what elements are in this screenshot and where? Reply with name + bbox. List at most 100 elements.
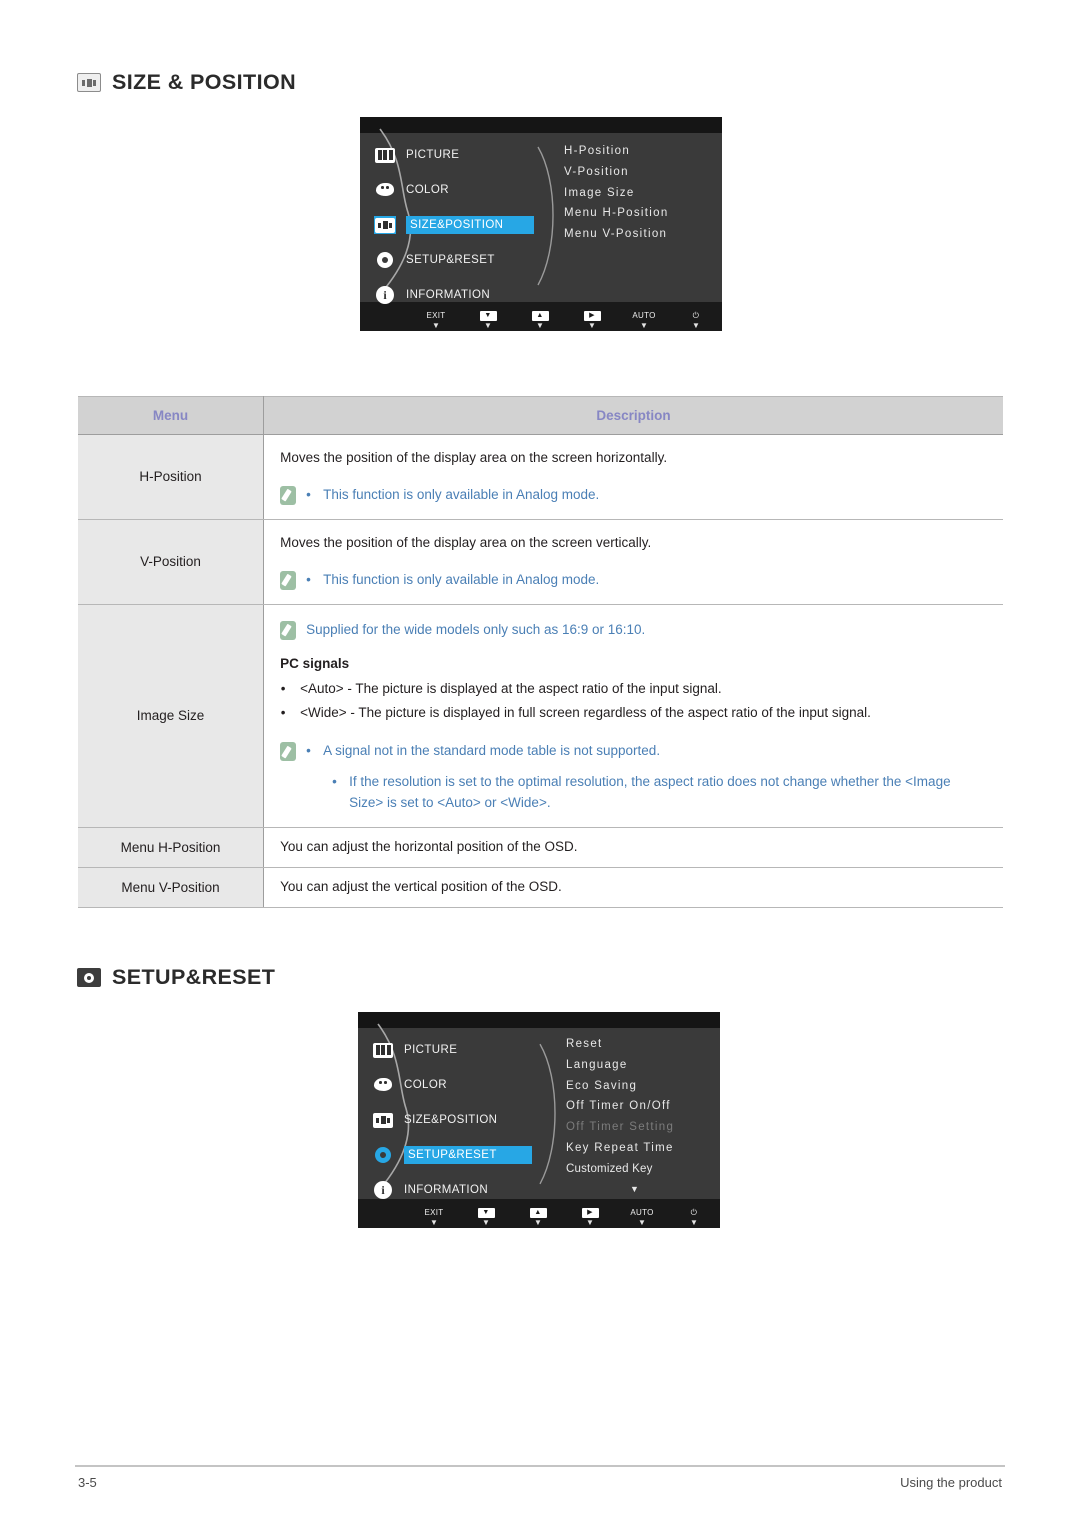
osd-submenu-item[interactable]: Customized Key — [566, 1159, 674, 1180]
osd-menu-label: PICTURE — [406, 149, 460, 161]
osd-menu-label: SIZE&POSITION — [404, 1114, 498, 1126]
osd-submenu-item[interactable]: Image Size — [564, 183, 669, 204]
osd-key-up[interactable]: ▲ ▼ — [518, 1207, 558, 1227]
osd-submenu-list: H-Position V-Position Image Size Menu H-… — [564, 141, 669, 245]
osd-menu-label: SIZE&POSITION — [406, 216, 534, 234]
osd-menu-item-picture[interactable]: PICTURE — [374, 139, 564, 171]
osd-submenu-item[interactable]: Eco Saving — [566, 1076, 674, 1097]
osd-submenu-item[interactable]: Menu V-Position — [564, 224, 669, 245]
note-pencil-icon — [280, 742, 297, 762]
footer-divider — [75, 1465, 1005, 1467]
osd-key-power[interactable]: ⏻ ▼ — [676, 310, 716, 330]
size-position-icon — [77, 73, 101, 92]
osd-main-menu-list: PICTURE COLOR SIZE&POSITION SETUP&RESET … — [372, 1034, 562, 1209]
osd-key-label: ▲ — [531, 310, 549, 321]
osd-key-tick: ▼ — [430, 1218, 438, 1227]
column-header-menu: Menu — [78, 396, 265, 435]
osd-key-power[interactable]: ⏻ ▼ — [674, 1207, 714, 1227]
osd-key-label: EXIT — [426, 311, 446, 320]
section-heading-size-position: SIZE & POSITION — [77, 70, 296, 95]
osd-key-row: EXIT ▼ ▼ ▼ ▲ ▼ ▶ ▼ AUTO ▼ ⏻ ▼ — [414, 1207, 714, 1227]
osd-key-exit[interactable]: EXIT ▼ — [416, 310, 456, 330]
osd-menu-item-color[interactable]: COLOR — [372, 1069, 562, 1101]
gear-icon — [372, 1146, 394, 1164]
note-block: • This function is only available in Ana… — [280, 570, 985, 591]
setup-reset-icon — [77, 968, 101, 987]
osd-submenu-item[interactable]: H-Position — [564, 141, 669, 162]
document-page: SIZE & POSITION PICTURE COLOR SIZE&POSIT… — [0, 0, 1080, 1527]
osd-screenshot-size-position: PICTURE COLOR SIZE&POSITION SETUP&RESET … — [360, 117, 722, 331]
osd-key-tick: ▼ — [536, 321, 544, 330]
chevron-down-icon[interactable]: ▼ — [566, 1184, 674, 1194]
note-text: If the resolution is set to the optimal … — [349, 774, 951, 810]
osd-key-down[interactable]: ▼ ▼ — [468, 310, 508, 330]
menu-cell-image-size: Image Size — [78, 604, 265, 828]
page-title: SIZE & POSITION — [112, 70, 296, 94]
osd-screenshot-setup-reset: PICTURE COLOR SIZE&POSITION SETUP&RESET … — [358, 1012, 720, 1228]
list-item: • <Auto> - The picture is displayed at t… — [280, 677, 985, 701]
list-item: • <Wide> - The picture is displayed in f… — [280, 701, 985, 725]
table-row: H-Position Moves the position of the dis… — [78, 434, 1003, 520]
bullet-glyph: • — [306, 743, 311, 759]
note-sub-block: • If the resolution is set to the optima… — [306, 772, 985, 814]
color-icon — [374, 181, 396, 199]
osd-menu-item-color[interactable]: COLOR — [374, 174, 564, 206]
picture-icon — [374, 146, 396, 164]
note-text: Supplied for the wide models only such a… — [306, 621, 646, 637]
note-block: • This function is only available in Ana… — [280, 485, 985, 506]
osd-key-label: ▲ — [529, 1207, 547, 1218]
osd-submenu-item[interactable]: V-Position — [564, 162, 669, 183]
picture-icon — [372, 1041, 394, 1059]
gear-icon — [374, 251, 396, 269]
osd-submenu-item[interactable]: Reset — [566, 1034, 674, 1055]
menu-cell-h-position: H-Position — [78, 434, 265, 520]
osd-key-auto[interactable]: AUTO ▼ — [624, 310, 664, 330]
osd-menu-label: PICTURE — [404, 1044, 458, 1056]
osd-key-auto[interactable]: AUTO ▼ — [622, 1207, 662, 1227]
information-icon: i — [372, 1181, 394, 1199]
osd-key-down[interactable]: ▼ ▼ — [466, 1207, 506, 1227]
note-pencil-icon — [280, 620, 297, 640]
description-cell-h-position: Moves the position of the display area o… — [263, 434, 1003, 520]
note-block-bottom: • A signal not in the standard mode tabl… — [280, 741, 985, 814]
osd-top-bar — [358, 1012, 720, 1028]
osd-key-tick: ▼ — [482, 1218, 490, 1227]
bullet-list: • <Auto> - The picture is displayed at t… — [280, 677, 985, 726]
osd-key-enter[interactable]: ▶ ▼ — [572, 310, 612, 330]
osd-key-tick: ▼ — [484, 321, 492, 330]
osd-key-tick: ▼ — [586, 1218, 594, 1227]
osd-menu-label: SETUP&RESET — [404, 1146, 532, 1164]
osd-submenu-item[interactable]: Key Repeat Time — [566, 1138, 674, 1159]
osd-menu-item-size-position[interactable]: SIZE&POSITION — [374, 209, 564, 241]
osd-submenu-item-disabled: Off Timer Setting — [566, 1121, 675, 1134]
osd-submenu-item[interactable]: Menu H-Position — [564, 203, 669, 224]
osd-bottom-bar: EXIT ▼ ▼ ▼ ▲ ▼ ▶ ▼ AUTO ▼ ⏻ ▼ — [358, 1199, 720, 1228]
power-icon: ⏻ — [690, 1208, 698, 1217]
osd-menu-label: INFORMATION — [404, 1184, 489, 1196]
osd-key-label: ▶ — [583, 310, 601, 321]
table-row: Menu H-Position You can adjust the horiz… — [78, 827, 1003, 868]
footer-chapter: Using the product — [900, 1475, 1002, 1490]
color-icon — [372, 1076, 394, 1094]
bullet-glyph: • — [332, 774, 337, 790]
description-cell-image-size: Supplied for the wide models only such a… — [263, 604, 1003, 828]
osd-submenu-item[interactable]: Off Timer On/Off — [566, 1096, 674, 1117]
osd-submenu-list: Reset Language Eco Saving Off Timer On/O… — [566, 1034, 674, 1194]
osd-key-up[interactable]: ▲ ▼ — [520, 310, 560, 330]
osd-key-label: ▼ — [479, 310, 497, 321]
section-heading-setup-reset: SETUP&RESET — [77, 965, 275, 990]
osd-submenu-item[interactable]: Language — [566, 1055, 674, 1076]
osd-key-tick: ▼ — [638, 1218, 646, 1227]
menu-cell-v-position: V-Position — [78, 519, 265, 605]
osd-menu-item-setup-reset[interactable]: SETUP&RESET — [374, 244, 564, 276]
osd-menu-item-setup-reset[interactable]: SETUP&RESET — [372, 1139, 562, 1171]
size-position-icon — [374, 216, 396, 234]
osd-key-enter[interactable]: ▶ ▼ — [570, 1207, 610, 1227]
osd-menu-item-size-position[interactable]: SIZE&POSITION — [372, 1104, 562, 1136]
osd-menu-label: COLOR — [404, 1079, 447, 1091]
osd-menu-item-picture[interactable]: PICTURE — [372, 1034, 562, 1066]
osd-key-exit[interactable]: EXIT ▼ — [414, 1207, 454, 1227]
osd-body: PICTURE COLOR SIZE&POSITION SETUP&RESET … — [358, 1023, 720, 1199]
column-header-description: Description — [263, 396, 1003, 435]
power-icon: ⏻ — [692, 311, 700, 320]
